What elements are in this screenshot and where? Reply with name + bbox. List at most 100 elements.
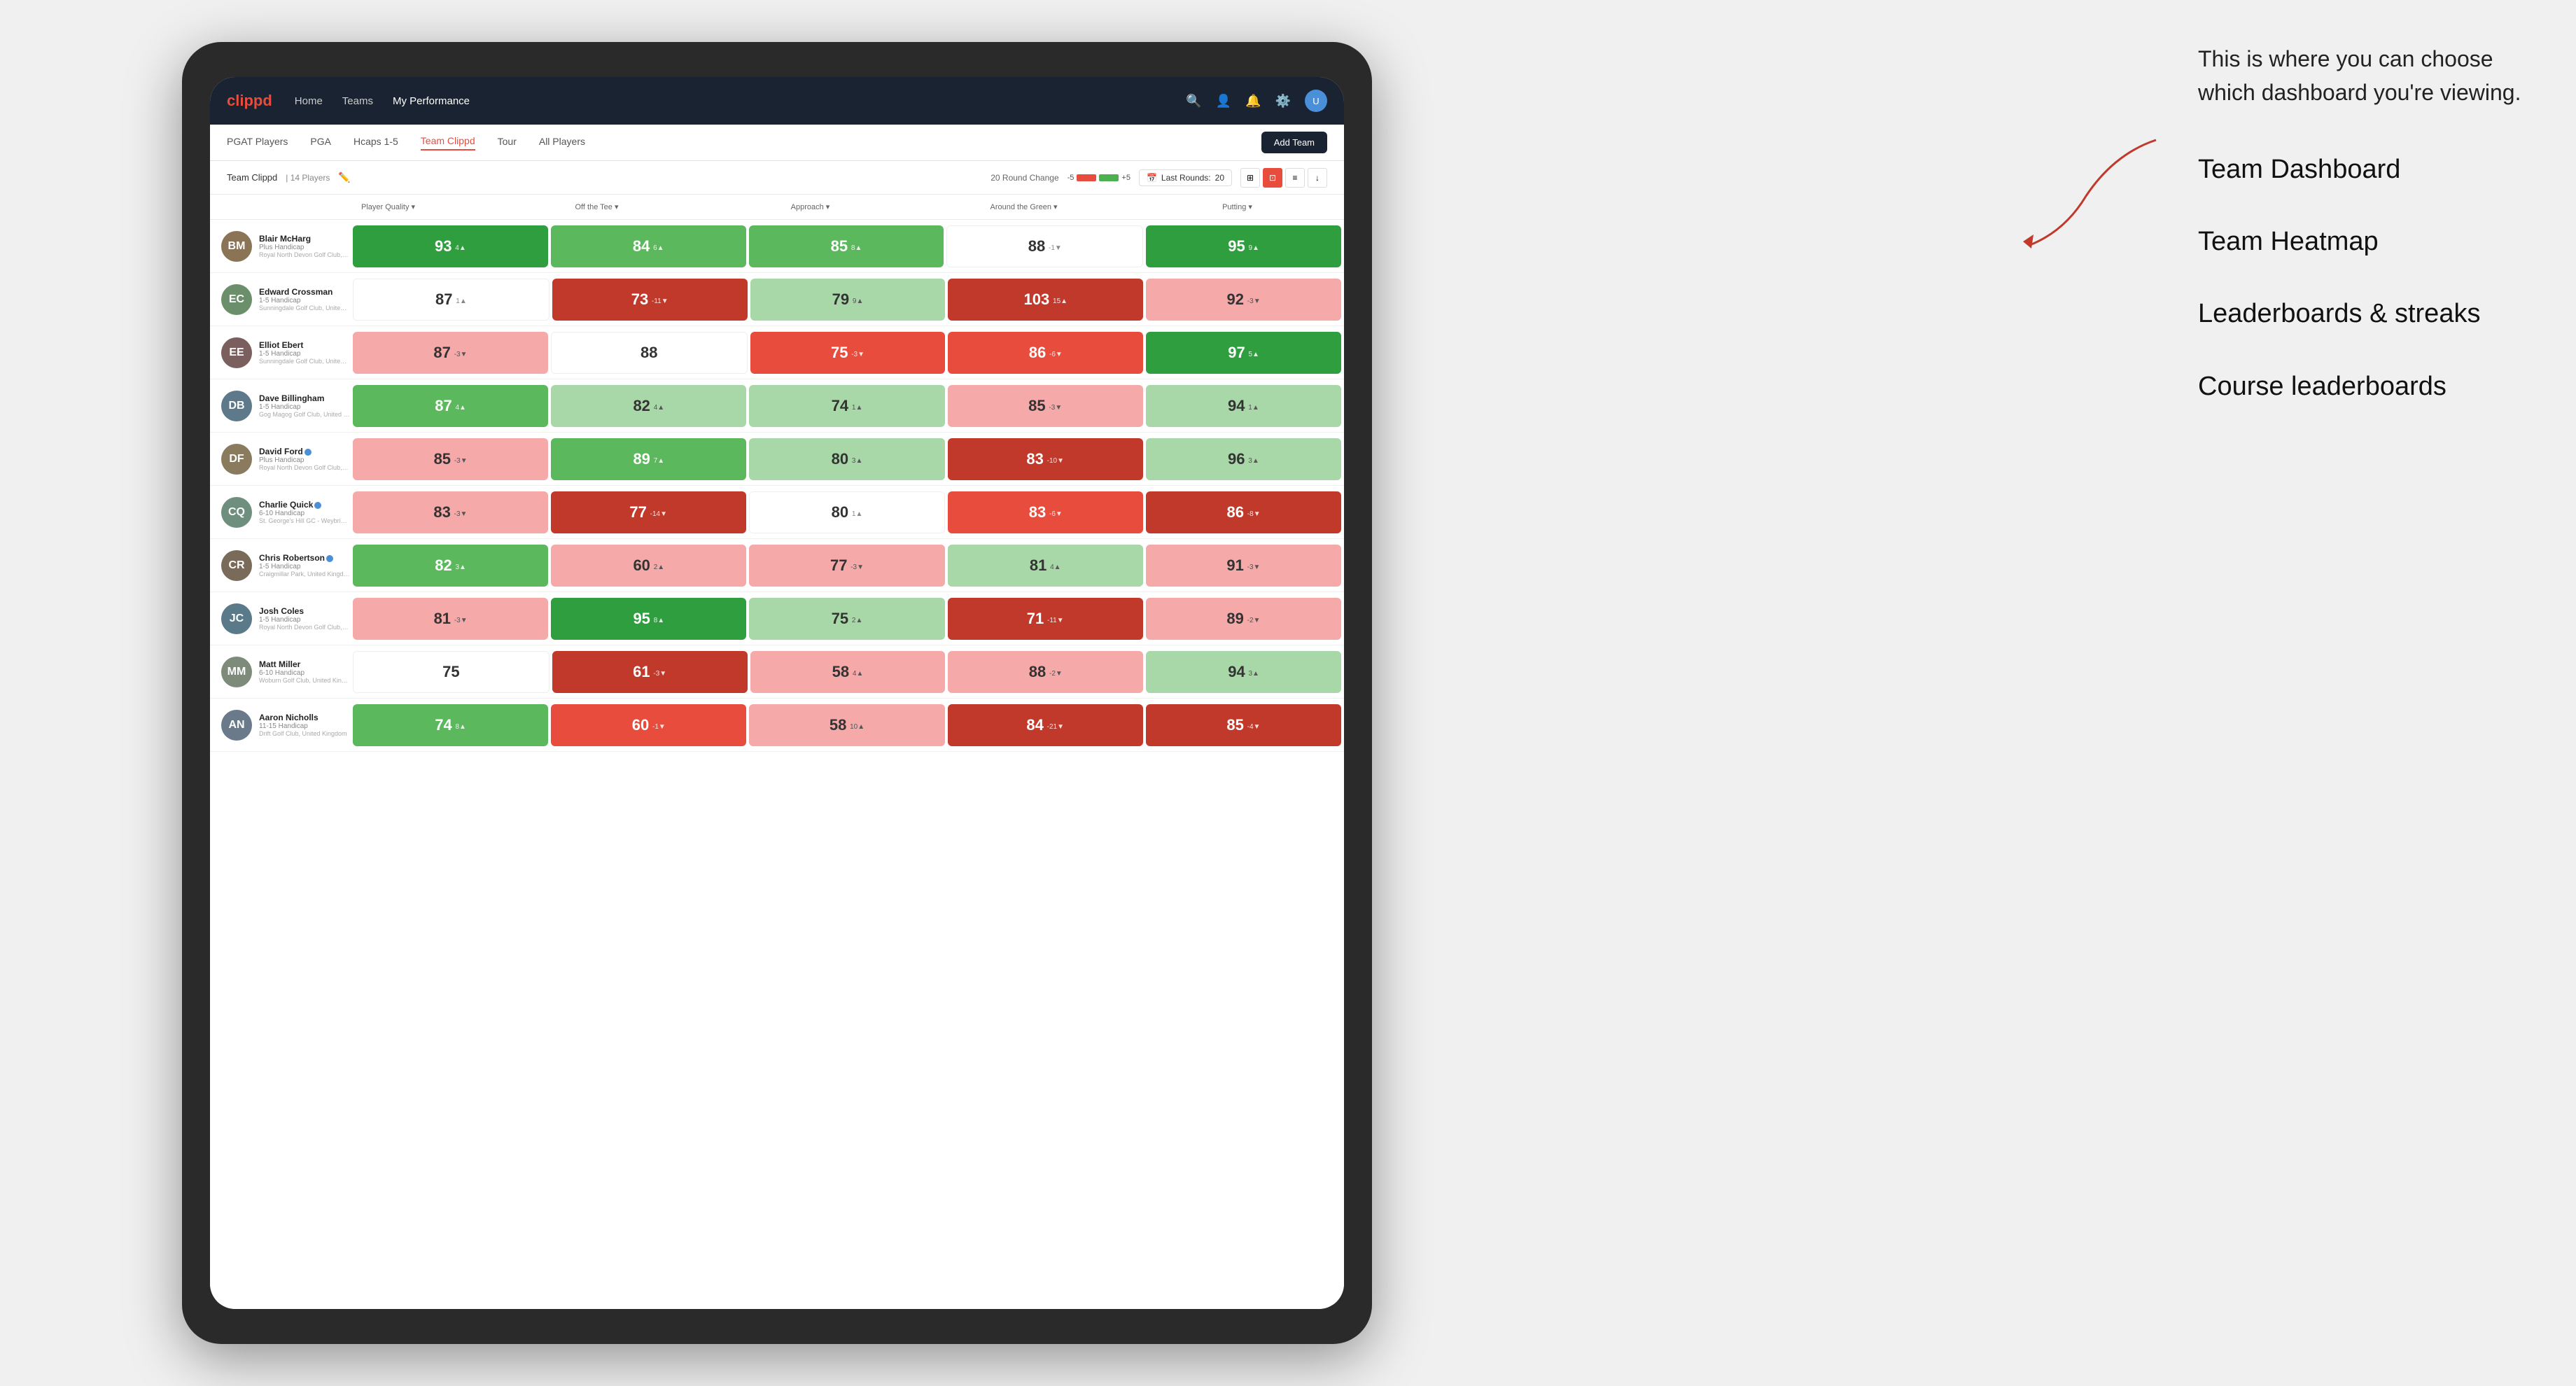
player-row[interactable]: EE Elliot Ebert 1-5 Handicap Sunningdale… xyxy=(210,326,1344,379)
col-header-off-tee[interactable]: Off the Tee ▾ xyxy=(490,202,704,211)
score-cell-approach: 77 -3▼ xyxy=(749,545,944,587)
player-info: EE Elliot Ebert 1-5 Handicap Sunningdale… xyxy=(210,337,350,368)
grid-view-button[interactable]: ⊞ xyxy=(1240,168,1260,188)
user-avatar[interactable]: U xyxy=(1305,90,1327,112)
player-details: Edward Crossman 1-5 Handicap Sunningdale… xyxy=(259,287,350,312)
verified-badge xyxy=(326,555,333,562)
score-value: 80 xyxy=(832,503,848,522)
col-header-approach[interactable]: Approach ▾ xyxy=(704,202,917,211)
player-handicap: 1-5 Handicap xyxy=(259,350,350,358)
score-cell-around_green: 88 -2▼ xyxy=(948,651,1143,693)
player-row[interactable]: DB Dave Billingham 1-5 Handicap Gog Mago… xyxy=(210,379,1344,433)
player-handicap: 1-5 Handicap xyxy=(259,563,350,570)
annotation-item-1: Team Dashboard xyxy=(2198,151,2534,188)
search-icon[interactable]: 🔍 xyxy=(1186,94,1201,108)
score-cell-quality: 87 1▲ xyxy=(353,279,550,321)
verified-badge xyxy=(314,502,321,509)
score-cell-around_green: 88 -1▼ xyxy=(946,225,1143,267)
player-row[interactable]: CQ Charlie Quick 6-10 Handicap St. Georg… xyxy=(210,486,1344,539)
player-avatar: MM xyxy=(221,657,252,687)
score-change: 4▲ xyxy=(454,404,466,412)
player-handicap: 1-5 Handicap xyxy=(259,297,350,304)
score-cell-approach: 80 1▲ xyxy=(749,491,946,533)
download-button[interactable]: ↓ xyxy=(1308,168,1327,188)
score-cells: 82 3▲ 60 2▲ 77 -3▼ 81 4▲ 91 xyxy=(350,545,1344,587)
score-value: 85 xyxy=(831,237,848,255)
player-row[interactable]: DF David Ford Plus Handicap Royal North … xyxy=(210,433,1344,486)
score-cell-around_green: 83 -6▼ xyxy=(948,491,1143,533)
player-name: Charlie Quick xyxy=(259,500,350,510)
score-cell-off_tee: 73 -11▼ xyxy=(552,279,748,321)
player-info: JC Josh Coles 1-5 Handicap Royal North D… xyxy=(210,603,350,634)
list-view-button[interactable]: ≡ xyxy=(1285,168,1305,188)
player-name: Elliot Ebert xyxy=(259,340,350,350)
score-change: 9▲ xyxy=(1247,244,1259,252)
score-cells: 87 4▲ 82 4▲ 74 1▲ 85 -3▼ 94 xyxy=(350,385,1344,427)
player-club: Royal North Devon Golf Club, United King… xyxy=(259,624,350,631)
player-row[interactable]: JC Josh Coles 1-5 Handicap Royal North D… xyxy=(210,592,1344,645)
sub-nav-pga[interactable]: PGA xyxy=(310,136,331,150)
score-change: 3▲ xyxy=(850,457,862,465)
sub-nav-all-players[interactable]: All Players xyxy=(539,136,585,150)
player-row[interactable]: EC Edward Crossman 1-5 Handicap Sunningd… xyxy=(210,273,1344,326)
player-row[interactable]: AN Aaron Nicholls 11-15 Handicap Drift G… xyxy=(210,699,1344,752)
nav-teams[interactable]: Teams xyxy=(342,95,373,107)
player-name: Dave Billingham xyxy=(259,393,350,403)
score-change: 4▲ xyxy=(850,670,863,678)
edit-icon[interactable]: ✏️ xyxy=(338,172,350,183)
calendar-icon: 📅 xyxy=(1147,173,1157,183)
heatmap-view-button[interactable]: ⊡ xyxy=(1263,168,1282,188)
player-handicap: 6-10 Handicap xyxy=(259,510,350,517)
player-details: Chris Robertson 1-5 Handicap Craigmillar… xyxy=(259,553,350,578)
score-value: 80 xyxy=(832,450,848,468)
score-value: 83 xyxy=(1026,450,1043,468)
player-club: Sunningdale Golf Club, United Kingdom xyxy=(259,358,350,365)
score-value: 71 xyxy=(1027,610,1044,628)
sub-nav-team-clippd[interactable]: Team Clippd xyxy=(421,135,475,150)
score-change: 5▲ xyxy=(1247,351,1259,358)
sub-nav-pgat[interactable]: PGAT Players xyxy=(227,136,288,150)
team-header: Team Clippd | 14 Players ✏️ 20 Round Cha… xyxy=(210,161,1344,195)
score-cell-off_tee: 95 8▲ xyxy=(551,598,746,640)
bar-red xyxy=(1077,174,1096,181)
score-change: 1▲ xyxy=(1247,404,1259,412)
score-change: -3▼ xyxy=(452,510,468,518)
score-change: -3▼ xyxy=(849,351,864,358)
sub-nav-hcaps[interactable]: Hcaps 1-5 xyxy=(354,136,398,150)
score-cell-approach: 58 4▲ xyxy=(750,651,946,693)
score-value: 83 xyxy=(1029,503,1046,522)
score-value: 75 xyxy=(832,610,848,628)
score-change: -21▼ xyxy=(1045,723,1064,731)
score-value: 81 xyxy=(1030,556,1046,575)
player-club: Royal North Devon Golf Club, United King… xyxy=(259,464,350,471)
score-change: -14▼ xyxy=(648,510,667,518)
player-row[interactable]: MM Matt Miller 6-10 Handicap Woburn Golf… xyxy=(210,645,1344,699)
player-row[interactable]: BM Blair McHarg Plus Handicap Royal Nort… xyxy=(210,220,1344,273)
player-handicap: 1-5 Handicap xyxy=(259,403,350,411)
col-header-around-green[interactable]: Around the Green ▾ xyxy=(917,202,1130,211)
bell-icon[interactable]: 🔔 xyxy=(1245,94,1261,108)
score-value: 83 xyxy=(433,503,450,522)
score-cell-putting: 85 -4▼ xyxy=(1146,704,1341,746)
last-rounds-button[interactable]: 📅 Last Rounds: 20 xyxy=(1139,169,1232,186)
score-cell-putting: 96 3▲ xyxy=(1146,438,1341,480)
player-row[interactable]: CR Chris Robertson 1-5 Handicap Craigmil… xyxy=(210,539,1344,592)
nav-my-performance[interactable]: My Performance xyxy=(393,95,470,107)
app-logo: clippd xyxy=(227,92,272,110)
settings-icon[interactable]: ⚙️ xyxy=(1275,94,1291,108)
player-details: Aaron Nicholls 11-15 Handicap Drift Golf… xyxy=(259,713,350,737)
profile-icon[interactable]: 👤 xyxy=(1216,94,1231,108)
score-value: 88 xyxy=(1028,237,1045,255)
nav-home[interactable]: Home xyxy=(295,95,323,107)
sub-nav-tour[interactable]: Tour xyxy=(498,136,517,150)
col-header-putting[interactable]: Putting ▾ xyxy=(1130,202,1344,211)
score-cell-around_green: 81 4▲ xyxy=(948,545,1143,587)
score-value: 77 xyxy=(830,556,847,575)
bar-pos-label: +5 xyxy=(1121,174,1130,182)
score-cell-quality: 87 -3▼ xyxy=(353,332,548,374)
player-name: David Ford xyxy=(259,447,350,456)
col-header-player[interactable]: Player Quality ▾ xyxy=(350,202,490,211)
score-change: -3▼ xyxy=(1245,564,1261,571)
add-team-button[interactable]: Add Team xyxy=(1261,132,1327,153)
score-change: -3▼ xyxy=(1245,298,1261,305)
